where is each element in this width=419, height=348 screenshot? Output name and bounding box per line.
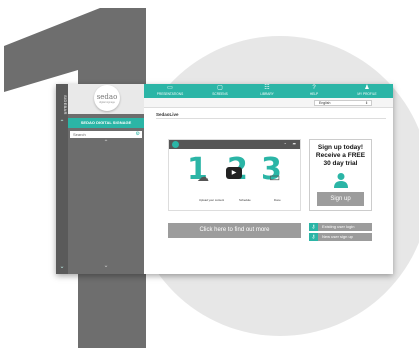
clock-icon: ◔	[283, 141, 286, 146]
rail-label: SIDEBAR	[63, 95, 68, 115]
share-icon[interactable]: ➦	[293, 141, 296, 146]
rail-up-chevron-icon[interactable]: ⌃	[56, 118, 68, 128]
chevron-updown-icon: ⇕	[365, 101, 368, 105]
sidebar-up-chevron-icon[interactable]: ⌃	[68, 139, 144, 146]
video-player[interactable]: ◔ ➦ 1 2 3 ☁ ▭ ▶ Upload your content Sche…	[168, 139, 301, 211]
profile-icon: ♟	[364, 85, 370, 91]
presentation-icon: ▭	[167, 85, 173, 91]
collapsed-rail: SIDEBAR ⌃ ⌄	[56, 84, 68, 274]
monitor-icon: ▭	[269, 170, 281, 184]
signup-title-line-3: 30 day trial	[323, 160, 358, 167]
play-icon[interactable]: ▶	[226, 167, 242, 179]
nav-presentations[interactable]: ▭ PRESENTATIONS	[150, 84, 190, 98]
divider	[156, 118, 386, 119]
help-icon: ?	[312, 85, 316, 91]
language-select[interactable]: English ⇕	[314, 100, 372, 106]
gear-icon[interactable]: ⚙	[136, 131, 140, 138]
signup-title-line-2: Receive a FREE	[315, 152, 366, 159]
sidebar-tab-sedao[interactable]: SEDAO DIGITAL SIGNAGE	[68, 118, 144, 128]
search-label: Search	[73, 132, 86, 137]
existing-user-login-button[interactable]: ⚷ Existing user login	[309, 223, 372, 231]
cloud-icon: ☁	[197, 170, 209, 184]
signup-title-line-1: Sign up today!	[317, 144, 364, 151]
logo-tagline: digital signage	[99, 101, 115, 104]
video-caption-3: Done	[274, 198, 281, 202]
user-icon	[334, 173, 348, 188]
key-icon: ⚷	[309, 233, 318, 241]
new-user-signup-label: New user sign up	[322, 234, 353, 239]
screen-icon: ▢	[217, 85, 223, 91]
rail-down-chevron-icon[interactable]: ⌄	[56, 262, 68, 272]
nav-library[interactable]: ☷ LIBRARY	[247, 84, 287, 98]
video-titlebar: ◔ ➦	[169, 140, 300, 149]
language-value: English	[319, 101, 331, 105]
find-out-more-button[interactable]: Click here to find out more	[168, 223, 301, 238]
top-nav: ▭ PRESENTATIONS ▢ SCREENS ☷ LIBRARY ? HE…	[144, 84, 393, 98]
nav-my-profile[interactable]: ♟ MY PROFILE	[347, 84, 387, 98]
language-bar: English ⇕	[144, 98, 393, 108]
video-caption-1: Upload your content	[199, 198, 225, 202]
signup-panel: Sign up today! Receive a FREE 30 day tri…	[309, 139, 372, 211]
sedao-logo: sedao digital signage	[94, 85, 120, 111]
channel-avatar-icon	[172, 141, 179, 148]
sidebar-down-chevron-icon[interactable]: ⌄	[68, 262, 144, 269]
signup-title: Sign up today! Receive a FREE 30 day tri…	[310, 144, 371, 168]
key-icon: ⚷	[309, 223, 318, 231]
breadcrumb: SedaoLive	[156, 112, 179, 117]
sidebar-search-input[interactable]: Search ⚙	[70, 131, 142, 138]
video-caption-2: Schedule	[239, 198, 251, 202]
sidebar: sedao digital signage SEDAO DIGITAL SIGN…	[68, 84, 144, 274]
library-icon: ☷	[264, 85, 270, 91]
new-user-signup-button[interactable]: ⚷ New user sign up	[309, 233, 372, 241]
nav-help[interactable]: ? HELP	[294, 84, 334, 98]
signup-button[interactable]: Sign up	[317, 192, 364, 206]
logo-text: sedao	[96, 93, 118, 101]
existing-login-label: Existing user login	[322, 224, 355, 229]
logo-area: sedao digital signage	[68, 84, 144, 114]
promo-graphic: SIDEBAR ⌃ ⌄ sedao digital signage SEDAO …	[0, 0, 419, 348]
app-window: SIDEBAR ⌃ ⌄ sedao digital signage SEDAO …	[56, 84, 393, 274]
nav-screens[interactable]: ▢ SCREENS	[200, 84, 240, 98]
